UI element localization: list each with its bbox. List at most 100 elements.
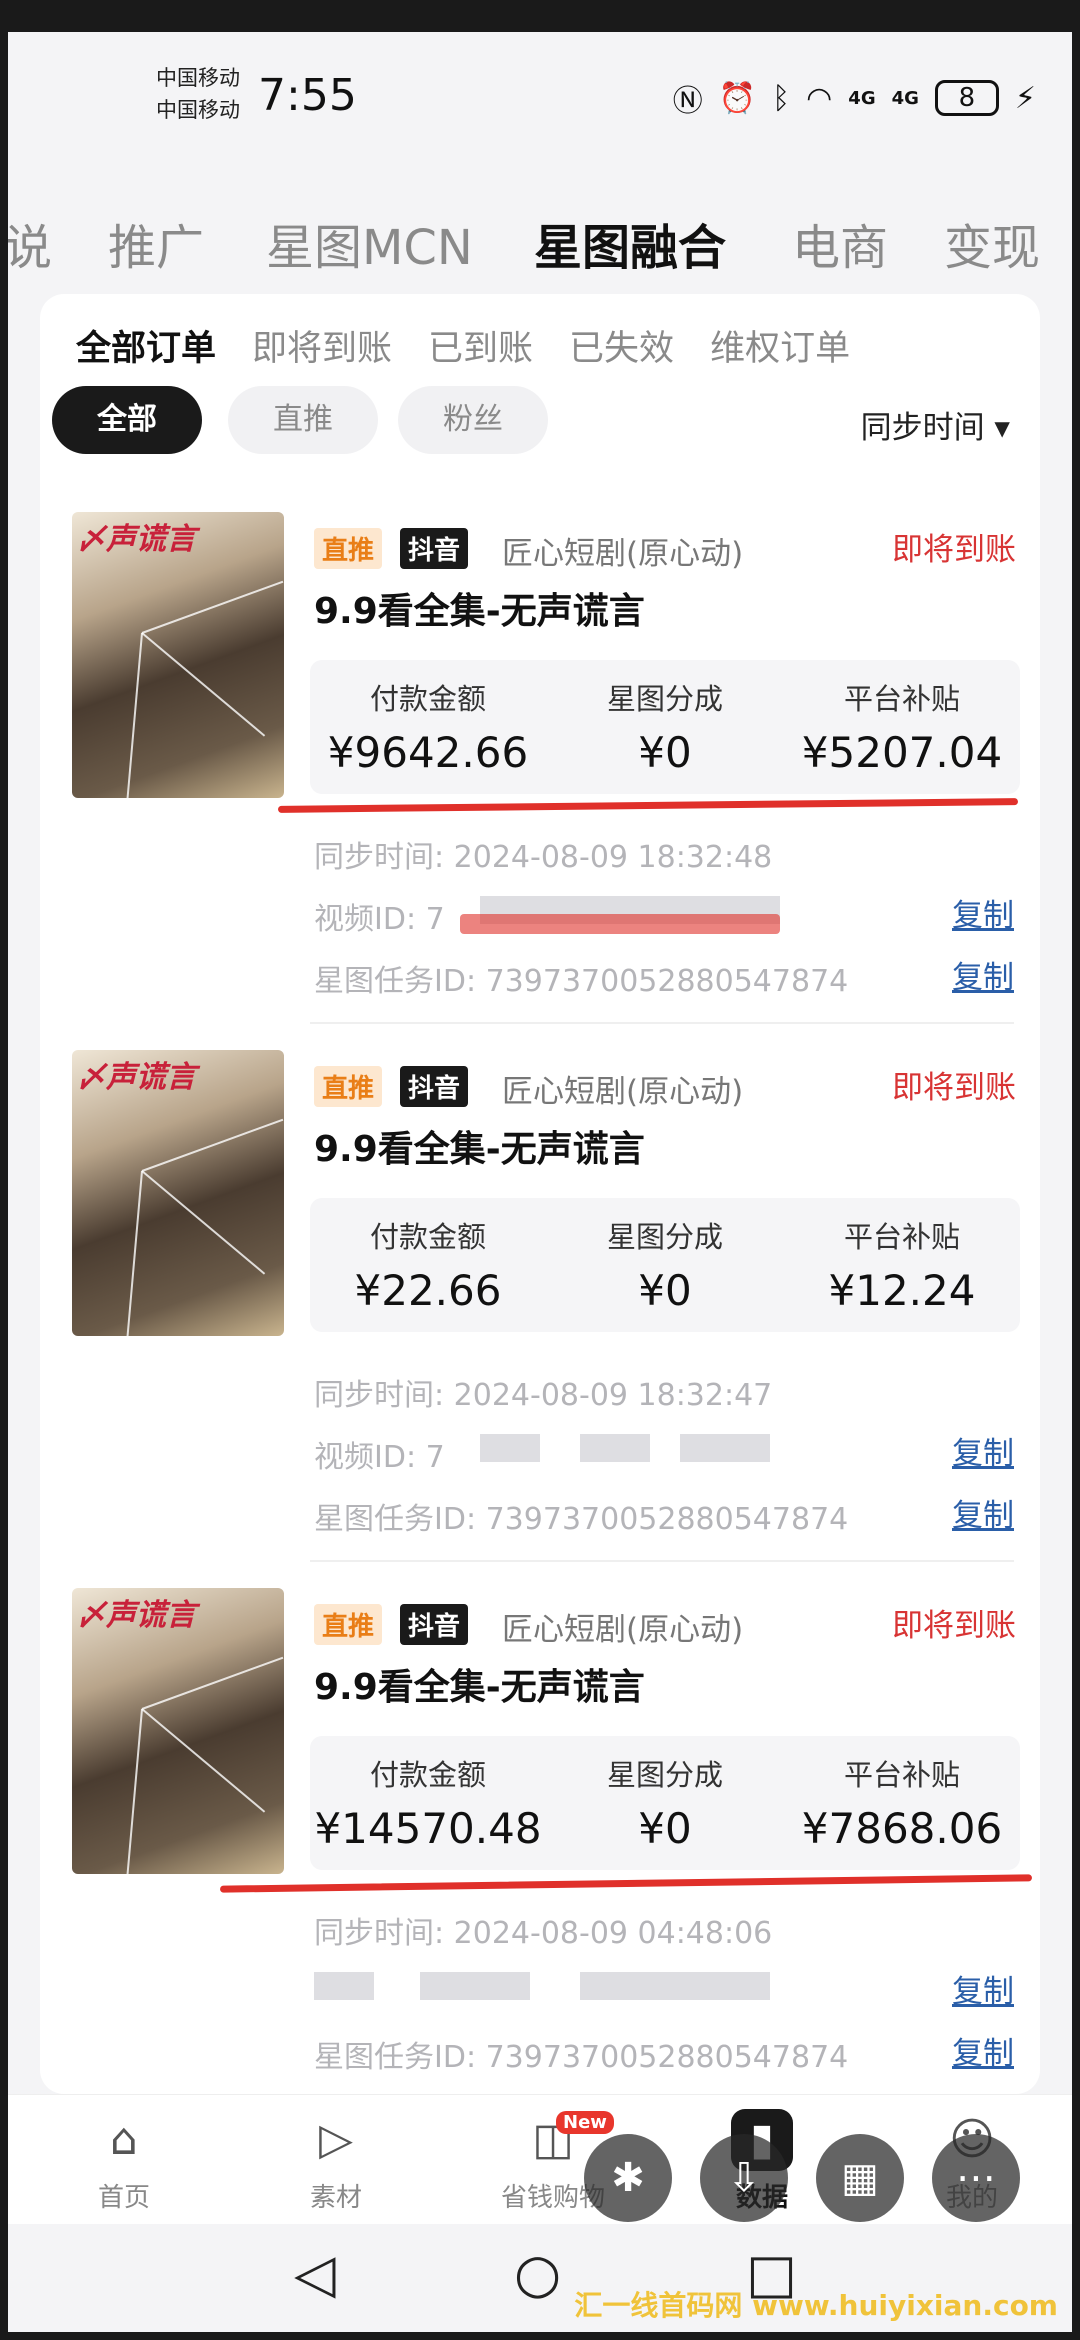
divider [310, 1022, 1014, 1024]
sync-time-sort[interactable]: 同步时间 ▾ [861, 402, 1010, 447]
pay-amount: 付款金额 ¥14570.48 [310, 1752, 546, 1853]
subsidy-amount: 平台补贴 ¥7868.06 [784, 1752, 1020, 1853]
nav-home[interactable]: ⌂ 首页 [54, 2109, 194, 2214]
status-icons: Ⓝ ⏰ ᛒ ◠ 4G 4G 8 ⚡ [673, 76, 1036, 120]
chip-fans[interactable]: 粉丝 [398, 386, 548, 454]
grid-icon[interactable]: ▦ [816, 2134, 904, 2222]
sparkle-icon[interactable]: ✱ [584, 2134, 672, 2222]
pay-value: ¥14570.48 [314, 1804, 542, 1853]
task-id: 星图任务ID: 7397370052880547874 [314, 964, 849, 999]
tag-direct: 直推 [314, 1066, 383, 1107]
pay-value: ¥9642.66 [327, 728, 529, 777]
system-navigation-bar: ◁ ○ □ ✱ ⇩ ▦ ⋯ 汇一线首码网 www.huiyixian.com [8, 2134, 1072, 2332]
carrier-info: 中国移动 中国移动 [156, 62, 240, 126]
redacted-video-id [314, 1972, 374, 2000]
wifi-icon: ◠ [806, 80, 833, 116]
drama-thumbnail: 〆声谎言 [72, 1050, 284, 1336]
copy-task-id-button[interactable]: 复制 [952, 952, 1014, 997]
order-card[interactable]: 〆声谎言 直推 抖音 匠心短剧(原心动) 即将到账 9.9看全集-无声谎言 付款… [40, 1588, 1040, 2128]
order-state: 即将到账 [892, 532, 1016, 568]
redacted-video-id [680, 1434, 770, 1462]
pay-label: 付款金额 [369, 682, 486, 716]
tag-direct: 直推 [314, 528, 383, 569]
pay-label: 付款金额 [369, 1220, 486, 1254]
task-id: 星图任务ID: 7397370052880547874 [314, 2040, 849, 2075]
subsidy-amount: 平台补贴 ¥12.24 [784, 1214, 1020, 1315]
nfc-icon: Ⓝ [672, 84, 703, 119]
order-card[interactable]: 〆声谎言 直推 抖音 匠心短剧(原心动) 即将到账 9.9看全集-无声谎言 付款… [40, 512, 1040, 1052]
tab-expired[interactable]: 已失效 [569, 320, 674, 371]
tab-xingtu-ronghe[interactable]: 星图融合 [534, 208, 726, 278]
drama-thumbnail: 〆声谎言 [72, 512, 284, 798]
video-id: 视频ID: 7 [314, 1440, 445, 1475]
share-value: ¥0 [638, 728, 692, 777]
tab-bianxian[interactable]: 变现 [944, 208, 1040, 278]
tab-dispute[interactable]: 维权订单 [710, 320, 850, 371]
amounts-box: 付款金额 ¥14570.48 星图分成 ¥0 平台补贴 ¥7868.06 [310, 1736, 1020, 1870]
orders-panel: 全部订单 即将到账 已到账 已失效 维权订单 全部 直推 粉丝 同步时间 ▾ 〆… [40, 294, 1040, 2094]
chip-all[interactable]: 全部 [52, 386, 202, 454]
thumbnail-title-art: 〆声谎言 [76, 1060, 196, 1095]
subsidy-value: ¥7868.06 [801, 1804, 1003, 1853]
order-card[interactable]: 〆声谎言 直推 抖音 匠心短剧(原心动) 即将到账 9.9看全集-无声谎言 付款… [40, 1050, 1040, 1590]
sync-time: 同步时间: 2024-08-09 18:32:48 [314, 840, 773, 875]
subsidy-value: ¥5207.04 [801, 728, 1003, 777]
more-icon[interactable]: ⋯ [932, 2134, 1020, 2222]
signal-4g-icon-2: 4G [891, 87, 919, 109]
tag-douyin: 抖音 [400, 1066, 469, 1107]
redacted-video-id [480, 1434, 540, 1462]
shop-name: 匠心短剧(原心动) [502, 1074, 744, 1110]
amounts-box: 付款金额 ¥9642.66 星图分成 ¥0 平台补贴 ¥5207.04 [310, 660, 1020, 794]
nav-materials-label: 素材 [309, 2183, 362, 2213]
divider [310, 1560, 1014, 1562]
redacted-video-id [420, 1972, 530, 2000]
copy-video-id-button[interactable]: 复制 [952, 1966, 1014, 2011]
share-amount: 星图分成 ¥0 [547, 1214, 783, 1315]
chip-direct[interactable]: 直推 [228, 386, 378, 454]
subsidy-label: 平台补贴 [843, 1220, 960, 1254]
pay-value: ¥22.66 [354, 1266, 502, 1315]
order-state: 即将到账 [892, 1070, 1016, 1106]
share-value: ¥0 [638, 1266, 692, 1315]
subsidy-label: 平台补贴 [843, 1758, 960, 1792]
order-status-tabs: 全部订单 即将到账 已到账 已失效 维权订单 [76, 320, 850, 371]
copy-task-id-button[interactable]: 复制 [952, 1490, 1014, 1535]
pay-amount: 付款金额 ¥22.66 [310, 1214, 546, 1315]
redaction-mark [460, 914, 780, 934]
bluetooth-icon: ᛒ [772, 80, 791, 116]
tab-pending[interactable]: 即将到账 [252, 320, 392, 371]
annotation-underline [219, 1874, 1033, 1893]
tab-received[interactable]: 已到账 [428, 320, 533, 371]
home-circle-icon[interactable]: ○ [514, 2242, 561, 2305]
tab-tuiguang[interactable]: 推广 [108, 208, 204, 278]
share-label: 星图分成 [606, 1758, 723, 1792]
tab-xingtu-mcn[interactable]: 星图MCN [266, 208, 473, 278]
order-title: 9.9看全集-无声谎言 [314, 1667, 645, 1708]
tab-dianshang[interactable]: 电商 [792, 208, 888, 278]
tag-douyin: 抖音 [400, 528, 469, 569]
phone-screen: 中国移动 中国移动 7:55 Ⓝ ⏰ ᛒ ◠ 4G 4G 8 ⚡ 说 推广 星图… [8, 32, 1072, 2332]
clock: 7:55 [258, 70, 357, 121]
copy-video-id-button[interactable]: 复制 [952, 890, 1014, 935]
amounts-box: 付款金额 ¥22.66 星图分成 ¥0 平台补贴 ¥12.24 [310, 1198, 1020, 1332]
shop-name: 匠心短剧(原心动) [502, 536, 744, 572]
copy-video-id-button[interactable]: 复制 [952, 1428, 1014, 1473]
carrier-1: 中国移动 [156, 66, 240, 90]
order-title: 9.9看全集-无声谎言 [314, 1129, 645, 1170]
pay-amount: 付款金额 ¥9642.66 [310, 676, 546, 777]
back-icon[interactable]: ◁ [294, 2242, 336, 2305]
nav-materials[interactable]: ▷ 素材 [266, 2109, 406, 2214]
carrier-2: 中国移动 [156, 98, 240, 122]
bottom-navigation: ⌂ 首页 ▷ 素材 ◫ New 省钱购物 ▮ 数据 ☺ 我的 [8, 2094, 1072, 2224]
home-icon: ⌂ [110, 2114, 138, 2165]
sync-time: 同步时间: 2024-08-09 04:48:06 [314, 1916, 773, 1951]
alarm-icon: ⏰ [718, 80, 757, 116]
redacted-video-id [580, 1434, 650, 1462]
signal-4g-icon: 4G [848, 87, 876, 109]
order-state: 即将到账 [892, 1608, 1016, 1644]
copy-task-id-button[interactable]: 复制 [952, 2028, 1014, 2073]
tab-shuo[interactable]: 说 [8, 208, 52, 278]
download-icon[interactable]: ⇩ [700, 2134, 788, 2222]
tab-all-orders[interactable]: 全部订单 [76, 320, 216, 371]
share-amount: 星图分成 ¥0 [547, 676, 783, 777]
